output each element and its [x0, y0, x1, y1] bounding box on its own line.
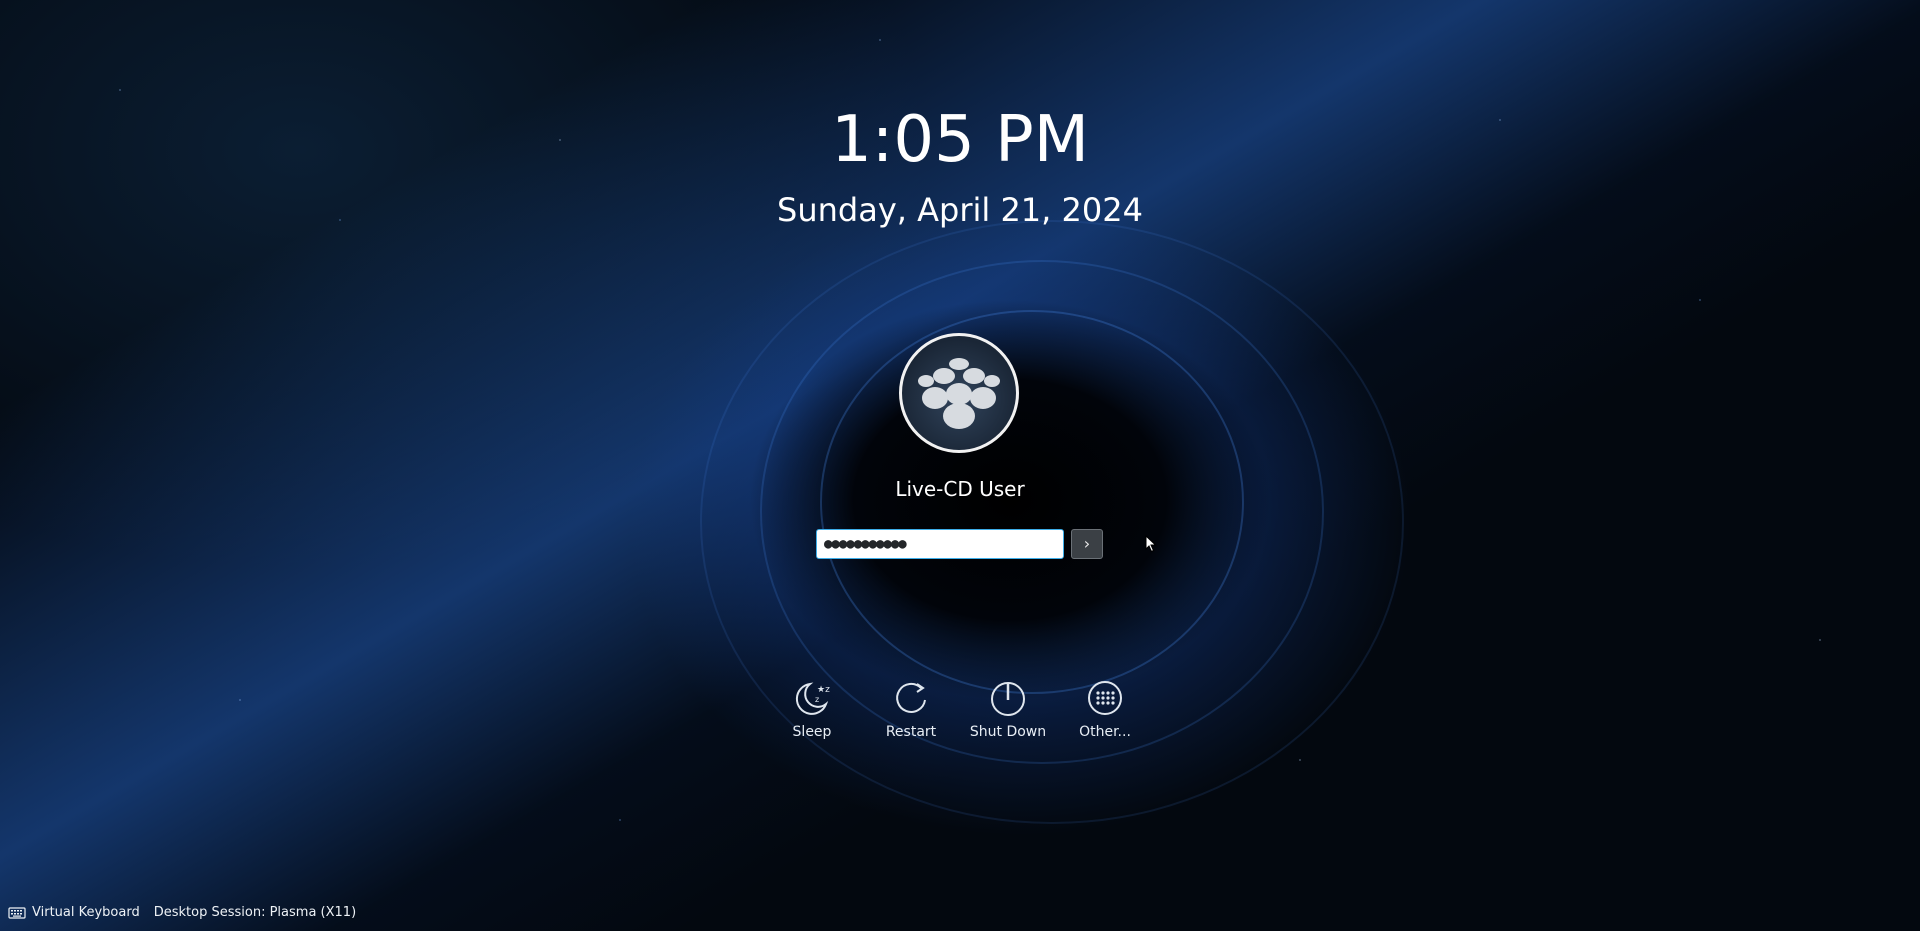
keyboard-icon [8, 907, 26, 919]
other-label: Other... [1079, 724, 1131, 740]
sleep-button[interactable]: ★z z Sleep [764, 676, 860, 742]
shut-down-button[interactable]: Shut Down [960, 676, 1056, 742]
user-avatar[interactable] [899, 333, 1019, 453]
svg-text:z: z [815, 695, 819, 704]
power-actions: ★z z Sleep Restart Shut Down Other... [0, 676, 1920, 756]
user-avatar-icon [918, 358, 1000, 429]
shut-down-label: Shut Down [969, 724, 1047, 740]
power-icon [991, 682, 1025, 716]
restart-icon [896, 682, 926, 713]
sleep-label: Sleep [792, 724, 832, 740]
mouse-cursor-icon [1145, 535, 1157, 553]
restart-button[interactable]: Restart [863, 676, 959, 742]
virtual-keyboard-button[interactable]: Virtual Keyboard [32, 903, 140, 923]
login-submit-button[interactable]: › [1071, 529, 1103, 559]
other-button[interactable]: Other... [1057, 676, 1153, 742]
clock-time: 1:05 PM [831, 103, 1089, 177]
user-name: Live-CD User [895, 477, 1025, 501]
sleep-icon: ★z z [795, 682, 830, 715]
footer-bar: Virtual Keyboard Desktop Session: Plasma… [8, 903, 356, 923]
desktop-session-selector[interactable]: Desktop Session: Plasma (X11) [154, 903, 356, 923]
restart-label: Restart [885, 724, 937, 740]
password-field[interactable]: ●●●●●●●●●●● [816, 529, 1064, 559]
clock-date: Sunday, April 21, 2024 [777, 191, 1143, 229]
other-icon [1088, 681, 1122, 715]
svg-text:★z: ★z [817, 685, 830, 695]
